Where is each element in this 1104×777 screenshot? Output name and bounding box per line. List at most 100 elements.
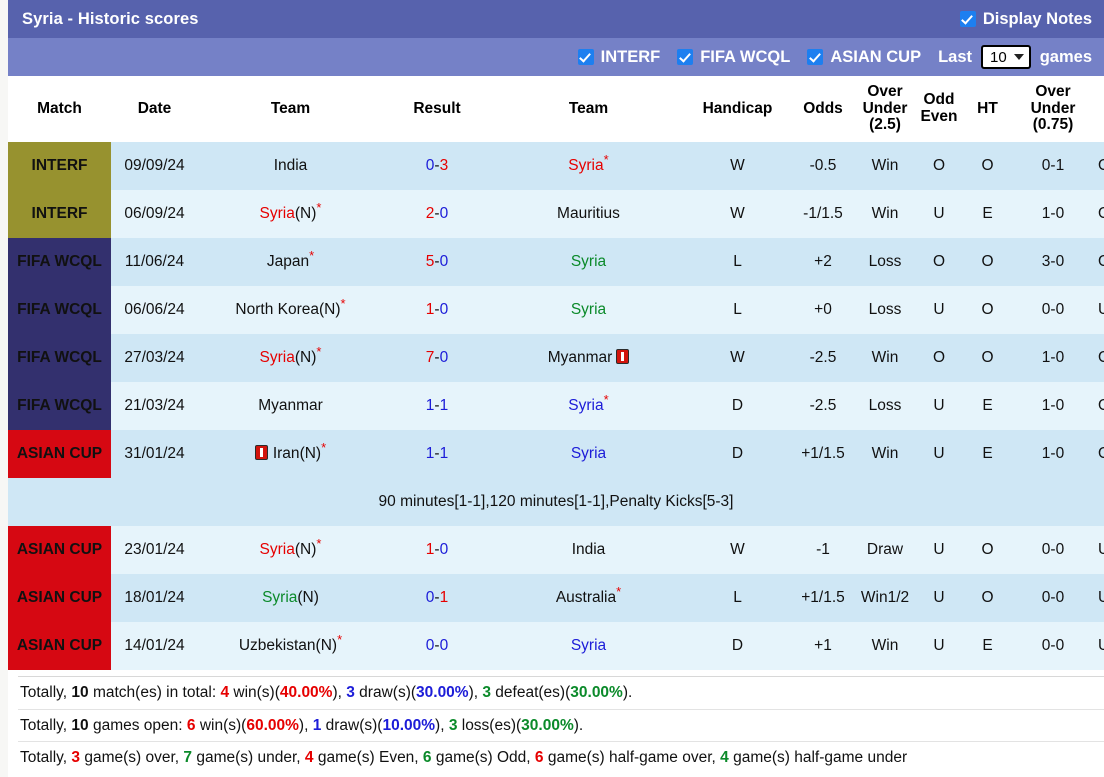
home-team-cell[interactable]: North Korea(N)* xyxy=(198,286,383,335)
s3-t1: Totally, xyxy=(20,748,72,766)
away-team-name: India xyxy=(571,541,606,559)
competition-badge[interactable]: FIFA WCQL xyxy=(8,286,111,335)
col-ou25-line1: Over xyxy=(867,83,903,100)
home-team-cell[interactable]: Syria(N)* xyxy=(198,526,383,575)
s2-wins: 6 xyxy=(186,716,196,734)
result-cell[interactable]: 5-0 xyxy=(383,238,491,287)
away-team-cell[interactable]: Australia* xyxy=(491,574,686,623)
home-team-cell[interactable]: Iran(N)* xyxy=(198,430,383,479)
col-date[interactable]: Date xyxy=(111,76,198,143)
table-row[interactable]: ASIAN CUP 31/01/24 Iran(N)* 1-1 Syria D +1/1.5… xyxy=(8,430,1104,479)
result-cell[interactable]: 0-1 xyxy=(383,574,491,623)
table-row[interactable]: INTERF 09/09/24 India 0-3 Syria* W -0.5 Win O O 0-… xyxy=(8,142,1104,191)
s2-t5: draw(s)( xyxy=(321,716,383,734)
away-team-cell[interactable]: Syria xyxy=(491,622,686,671)
filter-interf[interactable]: INTERF xyxy=(577,48,660,67)
away-team-cell[interactable]: Syria xyxy=(491,238,686,287)
away-team-cell[interactable]: Myanmar xyxy=(491,334,686,383)
over-under-25-value: U xyxy=(913,430,965,479)
home-team-cell[interactable]: Syria(N)* xyxy=(198,334,383,383)
result-cell[interactable]: 7-0 xyxy=(383,334,491,383)
handicap-value: -2.5 xyxy=(789,382,857,431)
competition-badge[interactable]: FIFA WCQL xyxy=(8,334,111,383)
away-team-cell[interactable]: Syria xyxy=(491,430,686,479)
s2-loss-pct: 30.00% xyxy=(521,716,574,734)
result-cell[interactable]: 2-0 xyxy=(383,190,491,239)
interf-checkbox-icon[interactable] xyxy=(577,49,594,65)
table-row[interactable]: FIFA WCQL 21/03/24 Myanmar 1-1 Syria* D -2.5 Lo… xyxy=(8,382,1104,431)
table-row[interactable]: ASIAN CUP 18/01/24 Syria(N) 0-1 Australia* L +… xyxy=(8,574,1104,623)
col-ou25-line3: (2.5) xyxy=(869,116,901,134)
s3-odd: 6 xyxy=(422,748,432,766)
table-row[interactable]: FIFA WCQL 06/06/24 North Korea(N)* 1-0 Syria… xyxy=(8,286,1104,335)
home-team-cell[interactable]: Syria(N) xyxy=(198,574,383,623)
away-team-cell[interactable]: India xyxy=(491,526,686,575)
over-under-075-value: U xyxy=(1096,286,1104,335)
home-team-name: India xyxy=(273,157,308,175)
red-card-icon xyxy=(616,349,630,365)
competition-badge[interactable]: INTERF xyxy=(8,190,111,239)
col-match[interactable]: Match xyxy=(8,76,111,143)
result-cell[interactable]: 0-3 xyxy=(383,142,491,191)
col-ht[interactable]: HT xyxy=(965,76,1010,143)
over-under-25-value: U xyxy=(913,526,965,575)
competition-badge[interactable]: ASIAN CUP xyxy=(8,622,111,671)
over-under-075-value: O xyxy=(1096,382,1104,431)
filter-fifa-wcql[interactable]: FIFA WCQL xyxy=(677,48,790,67)
result-cell[interactable]: 0-0 xyxy=(383,622,491,671)
competition-badge[interactable]: ASIAN CUP xyxy=(8,526,111,575)
s1-defeat-pct: 30.00% xyxy=(570,684,623,702)
away-team-cell[interactable]: Syria xyxy=(491,286,686,335)
home-team-name: Syria xyxy=(259,205,295,223)
table-row[interactable]: FIFA WCQL 11/06/24 Japan* 5-0 Syria L +2 Loss O O… xyxy=(8,238,1104,287)
table-row[interactable]: ASIAN CUP 23/01/24 Syria(N)* 1-0 India W -1 Dra… xyxy=(8,526,1104,575)
result-cell[interactable]: 1-0 xyxy=(383,286,491,335)
competition-badge[interactable]: INTERF xyxy=(8,142,111,191)
filter-fifa-wcql-label: FIFA WCQL xyxy=(700,47,791,66)
col-ou075-line1: Over xyxy=(1035,83,1071,100)
display-notes-checkbox-icon[interactable] xyxy=(959,11,976,27)
s1-total-matches: 10 xyxy=(71,684,89,702)
away-team-cell[interactable]: Syria* xyxy=(491,142,686,191)
filter-asian-cup[interactable]: ASIAN CUP xyxy=(807,48,921,67)
asian-cup-checkbox-icon[interactable] xyxy=(807,49,824,65)
over-under-075-value: U xyxy=(1096,574,1104,623)
handicap-value: +0 xyxy=(789,286,857,335)
home-team-cell[interactable]: Japan* xyxy=(198,238,383,287)
competition-badge[interactable]: FIFA WCQL xyxy=(8,238,111,287)
over-under-075-value: O xyxy=(1096,334,1104,383)
asterisk-marker: * xyxy=(316,536,322,552)
match-note-text: 90 minutes[1-1],120 minutes[1-1],Penalty… xyxy=(8,478,1104,527)
col-home-team[interactable]: Team xyxy=(198,76,383,143)
home-team-cell[interactable]: Uzbekistan(N)* xyxy=(198,622,383,671)
score-away: 1 xyxy=(439,445,449,463)
result-cell[interactable]: 1-1 xyxy=(383,430,491,479)
home-team-cell[interactable]: India xyxy=(198,142,383,191)
table-row[interactable]: ASIAN CUP 14/01/24 Uzbekistan(N)* 0-0 Syria D… xyxy=(8,622,1104,671)
col-over-under-25[interactable]: Over Under (2.5) xyxy=(857,76,913,143)
games-count-select[interactable]: 10 xyxy=(981,45,1031,69)
over-under-25-value: U xyxy=(913,286,965,335)
competition-badge[interactable]: ASIAN CUP xyxy=(8,430,111,479)
col-away-team[interactable]: Team xyxy=(491,76,686,143)
table-row[interactable]: FIFA WCQL 27/03/24 Syria(N)* 7-0 Myanmar W -2.… xyxy=(8,334,1104,383)
away-team-cell[interactable]: Mauritius xyxy=(491,190,686,239)
col-handicap[interactable]: Handicap xyxy=(686,76,789,143)
odd-even-value: O xyxy=(965,238,1010,287)
home-team-cell[interactable]: Myanmar xyxy=(198,382,383,431)
col-odds[interactable]: Odds xyxy=(789,76,857,143)
col-over-under-075[interactable]: Over Under (0.75) xyxy=(1010,76,1096,143)
competition-badge[interactable]: FIFA WCQL xyxy=(8,382,111,431)
home-team-cell[interactable]: Syria(N)* xyxy=(198,190,383,239)
table-row[interactable]: INTERF 06/09/24 Syria(N)* 2-0 Mauritius W -1/1… xyxy=(8,190,1104,239)
display-notes-toggle[interactable]: Display Notes xyxy=(959,10,1092,29)
over-under-25-value: U xyxy=(913,382,965,431)
away-team-cell[interactable]: Syria* xyxy=(491,382,686,431)
col-result[interactable]: Result xyxy=(383,76,491,143)
halftime-score: 1-0 xyxy=(1010,334,1096,383)
fifa-wcql-checkbox-icon[interactable] xyxy=(677,49,694,65)
result-cell[interactable]: 1-0 xyxy=(383,526,491,575)
col-odd-even[interactable]: Odd Even xyxy=(913,76,965,143)
competition-badge[interactable]: ASIAN CUP xyxy=(8,574,111,623)
result-cell[interactable]: 1-1 xyxy=(383,382,491,431)
